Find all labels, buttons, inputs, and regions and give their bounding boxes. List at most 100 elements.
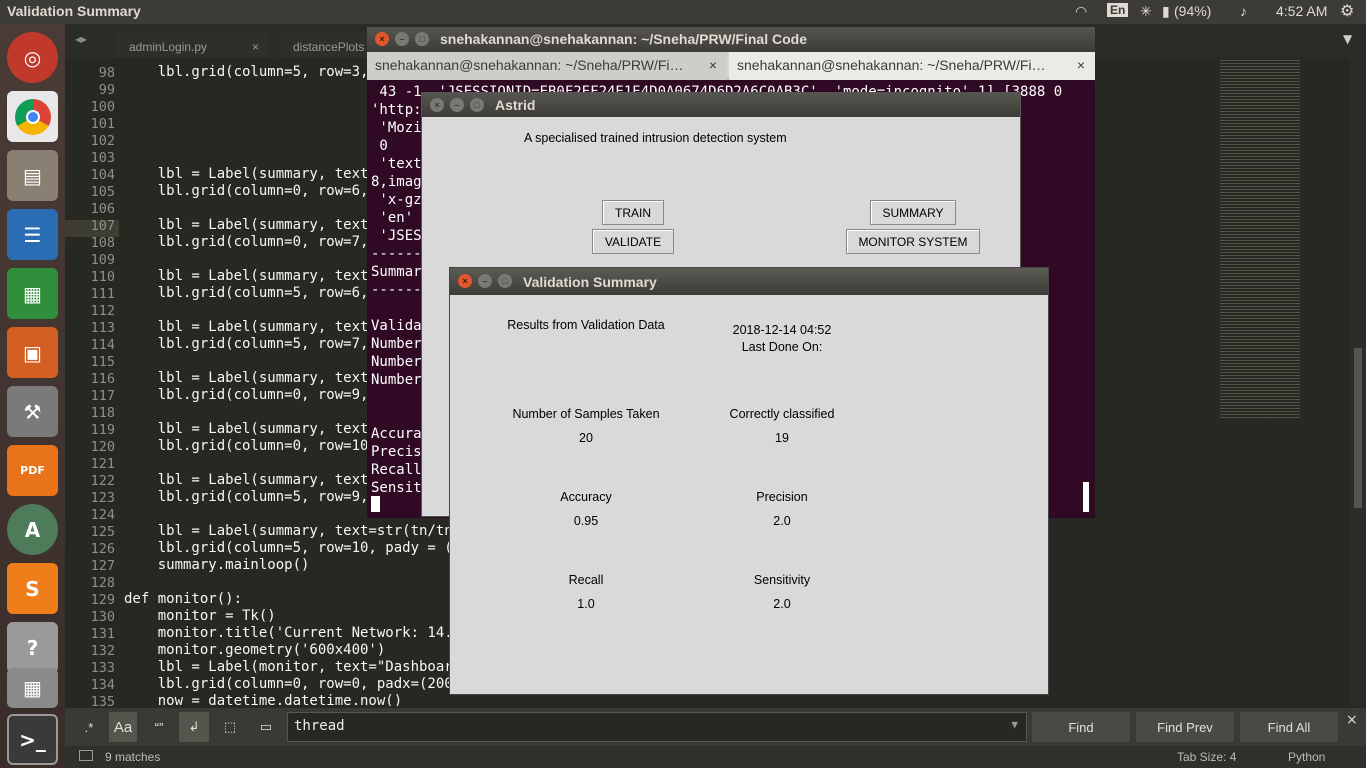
calc-icon[interactable]: ▦ — [7, 268, 58, 319]
tab-dropdown-icon[interactable]: ▼ — [1343, 32, 1352, 46]
recall-value: 1.0 — [577, 597, 595, 611]
system-gear-icon[interactable]: ⚙ — [1340, 1, 1354, 21]
find-prev-button[interactable]: Find Prev — [1136, 712, 1234, 742]
precision-label: Precision — [756, 490, 808, 504]
close-icon[interactable]: × — [430, 98, 444, 112]
terminal-tab-1[interactable]: snehakannan@snehakannan: ~/Sneha/PRW/Fi…… — [367, 52, 727, 80]
wrap-toggle-icon[interactable]: ↲ — [179, 712, 209, 742]
battery-icon[interactable]: ▮ — [1162, 3, 1170, 20]
results-label: Results from Validation Data — [507, 318, 665, 332]
code-line: lbl.grid(column=5, row=9, — [124, 489, 377, 505]
tab-adminlogin[interactable]: adminLogin.py × — [117, 32, 267, 58]
terminal-line: 0 — [371, 138, 388, 154]
files-icon[interactable]: ▤ — [7, 150, 58, 201]
line-number: 135 — [90, 694, 115, 706]
highlight-matches-toggle-icon[interactable]: ▭ — [251, 712, 281, 742]
regex-toggle[interactable]: .* — [77, 712, 101, 742]
find-button[interactable]: Find — [1032, 712, 1130, 742]
impress-icon[interactable]: ▣ — [7, 327, 58, 378]
code-line: now = datetime.datetime.now() — [124, 693, 403, 706]
close-icon[interactable]: × — [458, 274, 472, 288]
find-input[interactable]: thread ▼ — [287, 712, 1027, 742]
maximize-icon[interactable]: □ — [415, 32, 429, 46]
chrome-icon[interactable] — [7, 91, 58, 142]
terminal-scrollbar[interactable] — [1083, 482, 1089, 512]
close-find-icon[interactable]: × — [1346, 712, 1358, 728]
maximize-icon[interactable]: □ — [498, 274, 512, 288]
match-count: 9 matches — [105, 750, 161, 764]
sublime-text-icon[interactable]: S — [7, 563, 58, 614]
terminal-line: Sensit — [371, 480, 422, 496]
tab-nav-arrows-icon[interactable]: ◂▸ — [75, 32, 87, 46]
tab-size-indicator[interactable]: Tab Size: 4 — [1177, 750, 1236, 764]
code-line: lbl.grid(column=0, row=0, padx=(200, — [124, 676, 462, 692]
ubuntu-dash-icon[interactable]: ◎ — [7, 32, 58, 83]
code-line: lbl.grid(column=0, row=7, — [124, 234, 377, 250]
find-history-icon[interactable]: ▼ — [1011, 718, 1018, 731]
find-all-button[interactable]: Find All — [1240, 712, 1338, 742]
close-icon[interactable]: × — [1077, 57, 1085, 73]
syntax-indicator[interactable]: Python — [1288, 750, 1325, 764]
line-number: 119 — [90, 422, 115, 438]
keyboard-layout-indicator[interactable]: En — [1107, 3, 1129, 17]
terminal-line: Precis — [371, 444, 422, 460]
terminal-line: Accura — [371, 426, 422, 442]
bluetooth-icon[interactable]: ✳ — [1140, 3, 1152, 20]
editor-scrollbar[interactable] — [1350, 58, 1366, 706]
tab-distanceplots[interactable]: distancePlots — [281, 32, 381, 58]
code-line: lbl.grid(column=5, row=7, — [124, 336, 377, 352]
in-selection-toggle-icon[interactable]: ⬚ — [215, 712, 245, 742]
line-number: 130 — [90, 609, 115, 625]
minimize-icon[interactable]: – — [478, 274, 492, 288]
whole-word-toggle[interactable]: “” — [145, 712, 173, 742]
clock[interactable]: 4:52 AM — [1276, 3, 1327, 19]
monitor-system-button[interactable]: MONITOR SYSTEM — [846, 229, 980, 254]
close-icon[interactable]: × — [375, 32, 389, 46]
code-line: lbl = Label(summary, text= — [124, 370, 377, 386]
line-number: 124 — [90, 507, 115, 523]
code-line: lbl.grid(column=5, row=10, pady = (0, — [124, 540, 470, 556]
top-panel: Validation Summary ◠ En ✳ ▮ (94%) ♪ 4:52… — [0, 0, 1366, 24]
train-button[interactable]: TRAIN — [602, 200, 664, 225]
line-number: 103 — [90, 150, 115, 166]
settings-icon[interactable]: ⚒ — [7, 386, 58, 437]
line-number: 126 — [90, 541, 115, 557]
validation-titlebar[interactable]: × – □ Validation Summary — [450, 268, 1048, 295]
terminal-line: Summar — [371, 264, 422, 280]
foxit-pdf-icon[interactable]: PDF — [7, 445, 58, 496]
terminal-icon[interactable]: >_ — [7, 714, 58, 765]
minimap[interactable] — [1215, 58, 1335, 706]
minimize-icon[interactable]: – — [395, 32, 409, 46]
terminal-line: 'JSES — [371, 228, 422, 244]
software-updater-icon[interactable]: A — [7, 504, 58, 555]
terminal-tab-2[interactable]: snehakannan@snehakannan: ~/Sneha/PRW/Fi…… — [729, 52, 1095, 80]
validation-title: Validation Summary — [523, 274, 657, 290]
line-number: 102 — [90, 133, 115, 149]
validation-summary-window: × – □ Validation Summary Results from Va… — [449, 267, 1049, 695]
summary-button[interactable]: SUMMARY — [870, 200, 956, 225]
line-number: 134 — [90, 677, 115, 693]
code-line: monitor.geometry('600x400') — [124, 642, 386, 658]
validate-button[interactable]: VALIDATE — [592, 229, 674, 254]
astrid-titlebar[interactable]: × – □ Astrid — [422, 93, 1020, 117]
terminal-line: ------ — [371, 246, 422, 262]
pdf-badge-label: PDF — [20, 464, 45, 477]
battery-percentage[interactable]: (94%) — [1174, 3, 1211, 19]
minimize-icon[interactable]: – — [450, 98, 464, 112]
samples-label: Number of Samples Taken — [512, 407, 660, 421]
volume-icon[interactable]: ♪ — [1240, 3, 1247, 19]
close-icon[interactable]: × — [709, 57, 717, 73]
scrollbar-thumb[interactable] — [1354, 348, 1362, 508]
terminal-titlebar[interactable]: × – □ snehakannan@snehakannan: ~/Sneha/P… — [367, 27, 1095, 52]
help-icon[interactable]: ? — [7, 622, 58, 673]
maximize-icon[interactable]: □ — [470, 98, 484, 112]
line-number: 101 — [90, 116, 115, 132]
line-number: 114 — [90, 337, 115, 353]
line-number: 127 — [90, 558, 115, 574]
case-sensitive-toggle[interactable]: Aa — [109, 712, 137, 742]
writer-icon[interactable]: ☰ — [7, 209, 58, 260]
wifi-icon[interactable]: ◠ — [1075, 3, 1087, 20]
workspaces-icon[interactable]: ▦ — [7, 668, 58, 708]
close-icon[interactable]: × — [252, 40, 259, 54]
panel-toggle-icon[interactable] — [79, 750, 93, 761]
